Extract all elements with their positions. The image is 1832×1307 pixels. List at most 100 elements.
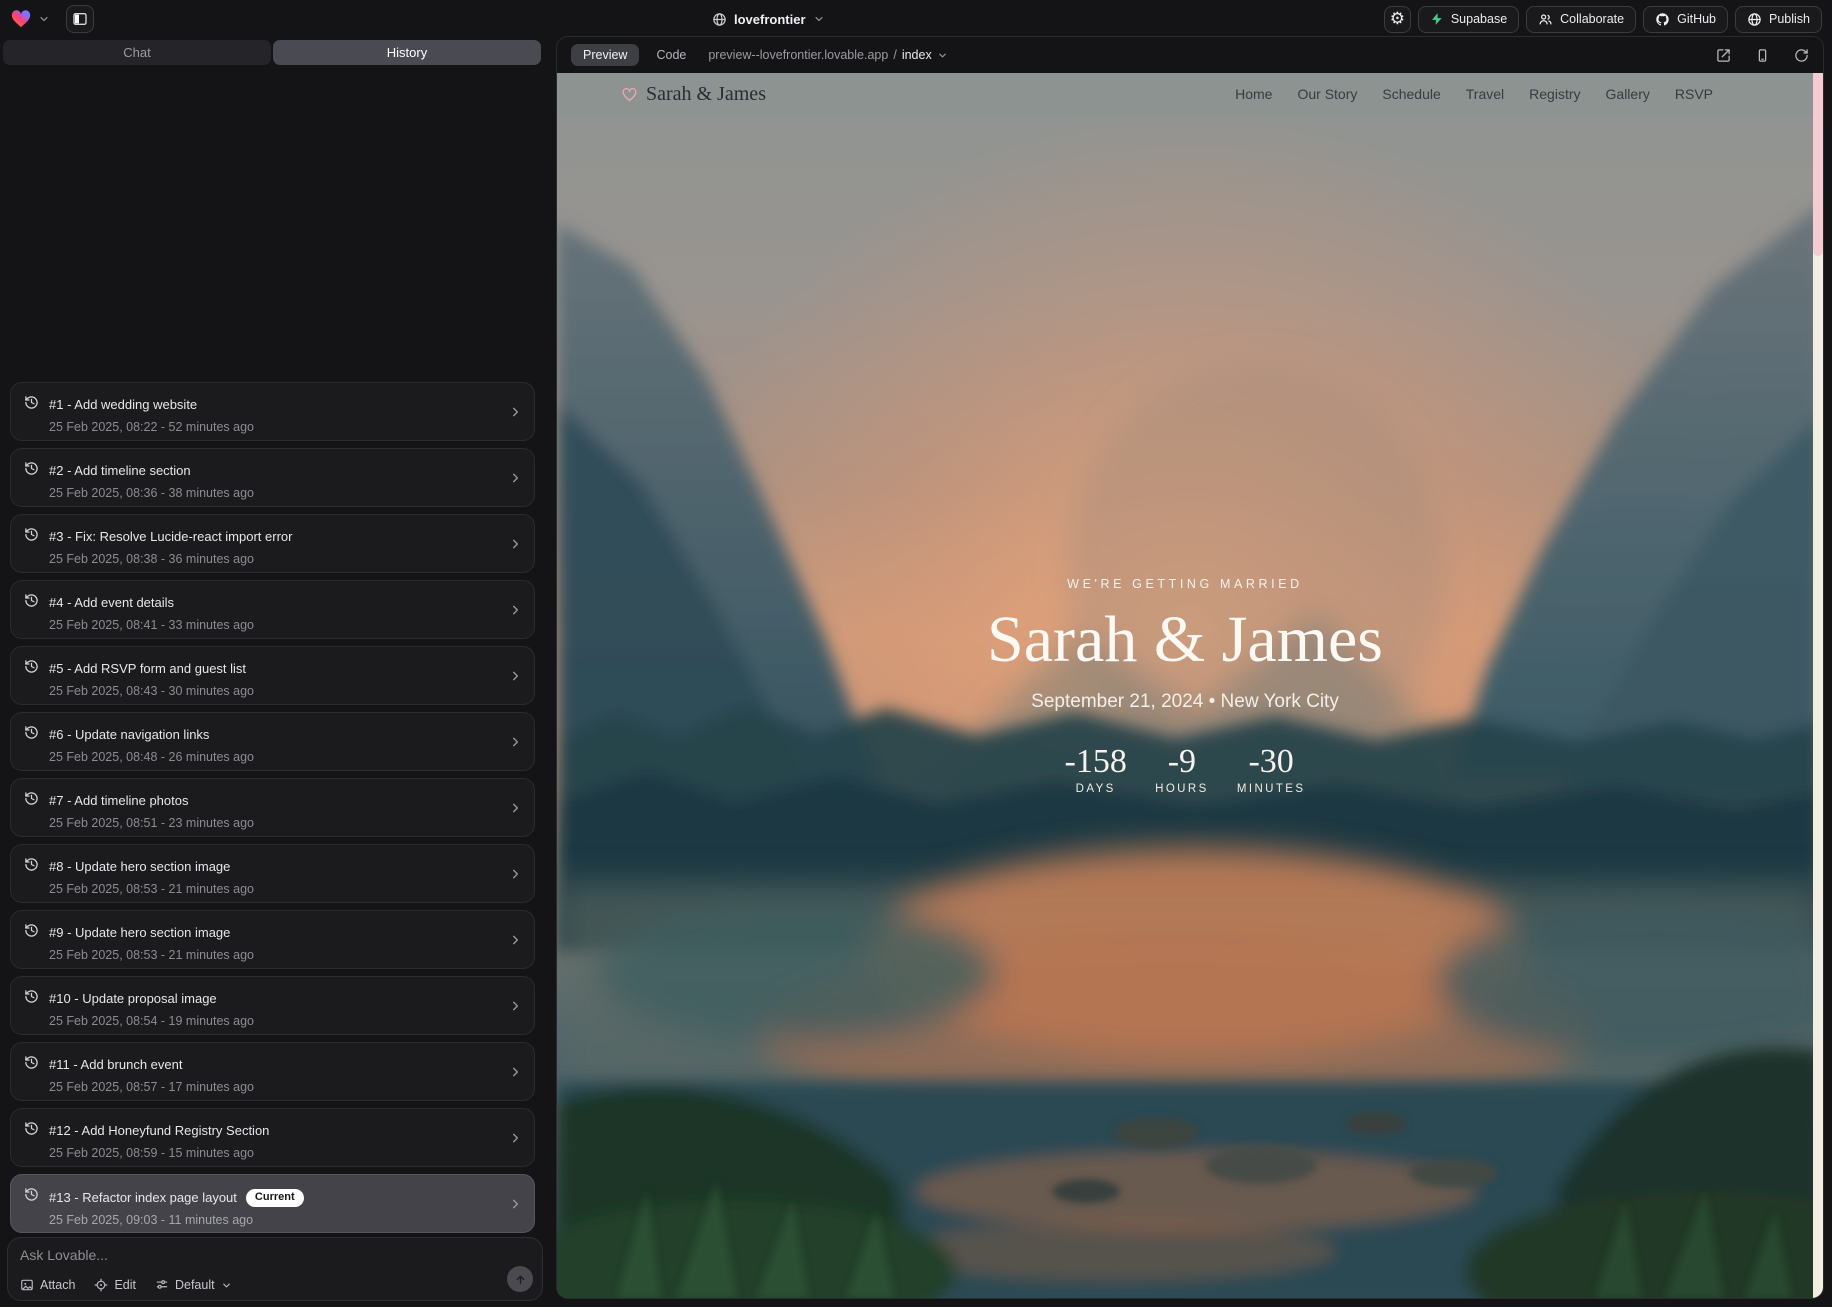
countdown-item: -30 MINUTES: [1237, 745, 1306, 795]
history-item[interactable]: #13 - Refactor index page layoutCurrent 2…: [10, 1174, 535, 1233]
site-scrollbar-thumb[interactable]: [1813, 73, 1823, 256]
mode-label: Default: [175, 1278, 215, 1292]
arrow-up-icon: [514, 1273, 527, 1286]
lovable-app: lovefrontier ⚙ Supabase Col: [0, 0, 1832, 1307]
chevron-right-icon: [508, 998, 523, 1013]
nav-link[interactable]: Registry: [1529, 86, 1580, 102]
mode-select[interactable]: Default: [155, 1278, 232, 1292]
publish-label: Publish: [1769, 12, 1810, 26]
nav-link[interactable]: Schedule: [1382, 86, 1440, 102]
history-item[interactable]: #7 - Add timeline photos25 Feb 2025, 08:…: [10, 778, 535, 837]
lovable-logo-heart-icon[interactable]: [10, 8, 32, 30]
tab-preview[interactable]: Preview: [571, 44, 639, 66]
countdown-value: -9: [1153, 745, 1211, 779]
site-brand[interactable]: Sarah & James: [621, 83, 766, 106]
smartphone-icon[interactable]: [1755, 48, 1770, 63]
edit-label: Edit: [114, 1278, 136, 1292]
tab-chat[interactable]: Chat: [3, 40, 271, 65]
site-preview: Sarah & James Home Our Story Schedule Trave…: [557, 73, 1823, 1298]
external-link-icon[interactable]: [1716, 48, 1731, 63]
history-item[interactable]: #3 - Fix: Resolve Lucide-react import er…: [10, 514, 535, 573]
chevron-down-icon: [813, 13, 825, 25]
url-bar[interactable]: preview--lovefrontier.lovable.app / inde…: [708, 48, 947, 62]
nav-link[interactable]: Our Story: [1297, 86, 1357, 102]
history-icon: [24, 1055, 39, 1070]
chevron-down-icon[interactable]: [38, 13, 50, 25]
history-item-meta: 25 Feb 2025, 08:53 - 21 minutes ago: [49, 882, 500, 902]
tab-history[interactable]: History: [273, 40, 541, 65]
history-item-meta: 25 Feb 2025, 08:36 - 38 minutes ago: [49, 486, 500, 506]
history-item-meta: 25 Feb 2025, 08:57 - 17 minutes ago: [49, 1080, 500, 1100]
publish-button[interactable]: Publish: [1735, 6, 1822, 33]
history-item-meta: 25 Feb 2025, 08:51 - 23 minutes ago: [49, 816, 500, 836]
sidebar: Chat History #1 - Add wedding website25 …: [0, 38, 548, 1307]
chevron-right-icon: [508, 800, 523, 815]
history-icon: [24, 1121, 39, 1136]
project-switcher[interactable]: lovefrontier: [712, 0, 825, 38]
history-icon: [24, 857, 39, 872]
chevron-right-icon: [508, 470, 523, 485]
countdown-value: -30: [1237, 745, 1306, 779]
send-button[interactable]: [507, 1266, 533, 1292]
history-item-title: #4 - Add event details: [49, 592, 500, 615]
edit-button[interactable]: Edit: [94, 1278, 136, 1292]
nav-link[interactable]: Home: [1235, 86, 1272, 102]
history-item-title: #2 - Add timeline section: [49, 460, 500, 483]
sidebar-toggle-button[interactable]: [66, 5, 94, 33]
nav-link[interactable]: Travel: [1466, 86, 1504, 102]
nav-link[interactable]: RSVP: [1675, 86, 1713, 102]
attach-button[interactable]: Attach: [20, 1278, 75, 1292]
history-item-title: #6 - Update navigation links: [49, 724, 500, 747]
history-icon: [24, 791, 39, 806]
history-item[interactable]: #9 - Update hero section image25 Feb 202…: [10, 910, 535, 969]
history-item[interactable]: #5 - Add RSVP form and guest list25 Feb …: [10, 646, 535, 705]
history-item[interactable]: #6 - Update navigation links 25 Feb 2025,…: [10, 712, 535, 771]
history-item[interactable]: #2 - Add timeline section 25 Feb 2025, 08…: [10, 448, 535, 507]
history-item[interactable]: #10 - Update proposal image25 Feb 2025, …: [10, 976, 535, 1035]
history-item-title: #12 - Add Honeyfund Registry Section: [49, 1120, 500, 1143]
history-item-meta: 25 Feb 2025, 08:54 - 19 minutes ago: [49, 1014, 500, 1034]
history-icon: [24, 527, 39, 542]
supabase-button[interactable]: Supabase: [1418, 6, 1519, 33]
tab-code[interactable]: Code: [656, 48, 686, 62]
github-button[interactable]: GitHub: [1643, 6, 1728, 33]
nav-link[interactable]: Gallery: [1606, 86, 1650, 102]
history-item[interactable]: #12 - Add Honeyfund Registry Section25 F…: [10, 1108, 535, 1167]
countdown-label: MINUTES: [1237, 783, 1306, 795]
heart-outline-icon: [621, 86, 638, 103]
topbar: lovefrontier ⚙ Supabase Col: [0, 0, 1832, 38]
url-page: index: [902, 48, 932, 62]
supabase-label: Supabase: [1451, 12, 1507, 26]
hero-subtitle: September 21, 2024 • New York City: [557, 691, 1813, 713]
chevron-right-icon: [508, 866, 523, 881]
history-item[interactable]: #11 - Add brunch event25 Feb 2025, 08:57…: [10, 1042, 535, 1101]
url-separator: /: [893, 48, 896, 62]
github-icon: [1655, 12, 1670, 27]
chevron-down-icon: [937, 50, 948, 61]
chevron-right-icon: [508, 1064, 523, 1079]
settings-button[interactable]: ⚙: [1384, 6, 1411, 33]
focus-target-icon: [94, 1278, 108, 1292]
history-icon: [24, 725, 39, 740]
history-item-title: #8 - Update hero section image: [49, 856, 500, 879]
prompt-input[interactable]: [20, 1247, 530, 1269]
countdown-value: -158: [1065, 745, 1127, 779]
chevron-right-icon: [508, 404, 523, 419]
history-item[interactable]: #1 - Add wedding website25 Feb 2025, 08:…: [10, 382, 535, 441]
history-icon: [24, 923, 39, 938]
history-item-title: #3 - Fix: Resolve Lucide-react import er…: [49, 526, 500, 549]
history-item[interactable]: #4 - Add event details25 Feb 2025, 08:41…: [10, 580, 535, 639]
countdown: -158DAYS-9HOURS-30MINUTES: [557, 745, 1813, 795]
hero-eyebrow: WE'RE GETTING MARRIED: [557, 577, 1813, 591]
history-item-meta: 25 Feb 2025, 09:03 - 11 minutes ago: [49, 1213, 500, 1232]
refresh-icon[interactable]: [1794, 48, 1809, 63]
history-item[interactable]: #8 - Update hero section image 25 Feb 202…: [10, 844, 535, 903]
collaborate-button[interactable]: Collaborate: [1526, 6, 1636, 33]
history-item-meta: 25 Feb 2025, 08:48 - 26 minutes ago: [49, 750, 500, 770]
prompt-composer: Attach Edit Default: [7, 1237, 543, 1301]
site-scrollbar[interactable]: [1813, 73, 1823, 1298]
sliders-icon: [155, 1278, 169, 1292]
attach-label: Attach: [40, 1278, 75, 1292]
github-label: GitHub: [1677, 12, 1716, 26]
history-item-title: #13 - Refactor index page layoutCurrent: [49, 1186, 500, 1210]
